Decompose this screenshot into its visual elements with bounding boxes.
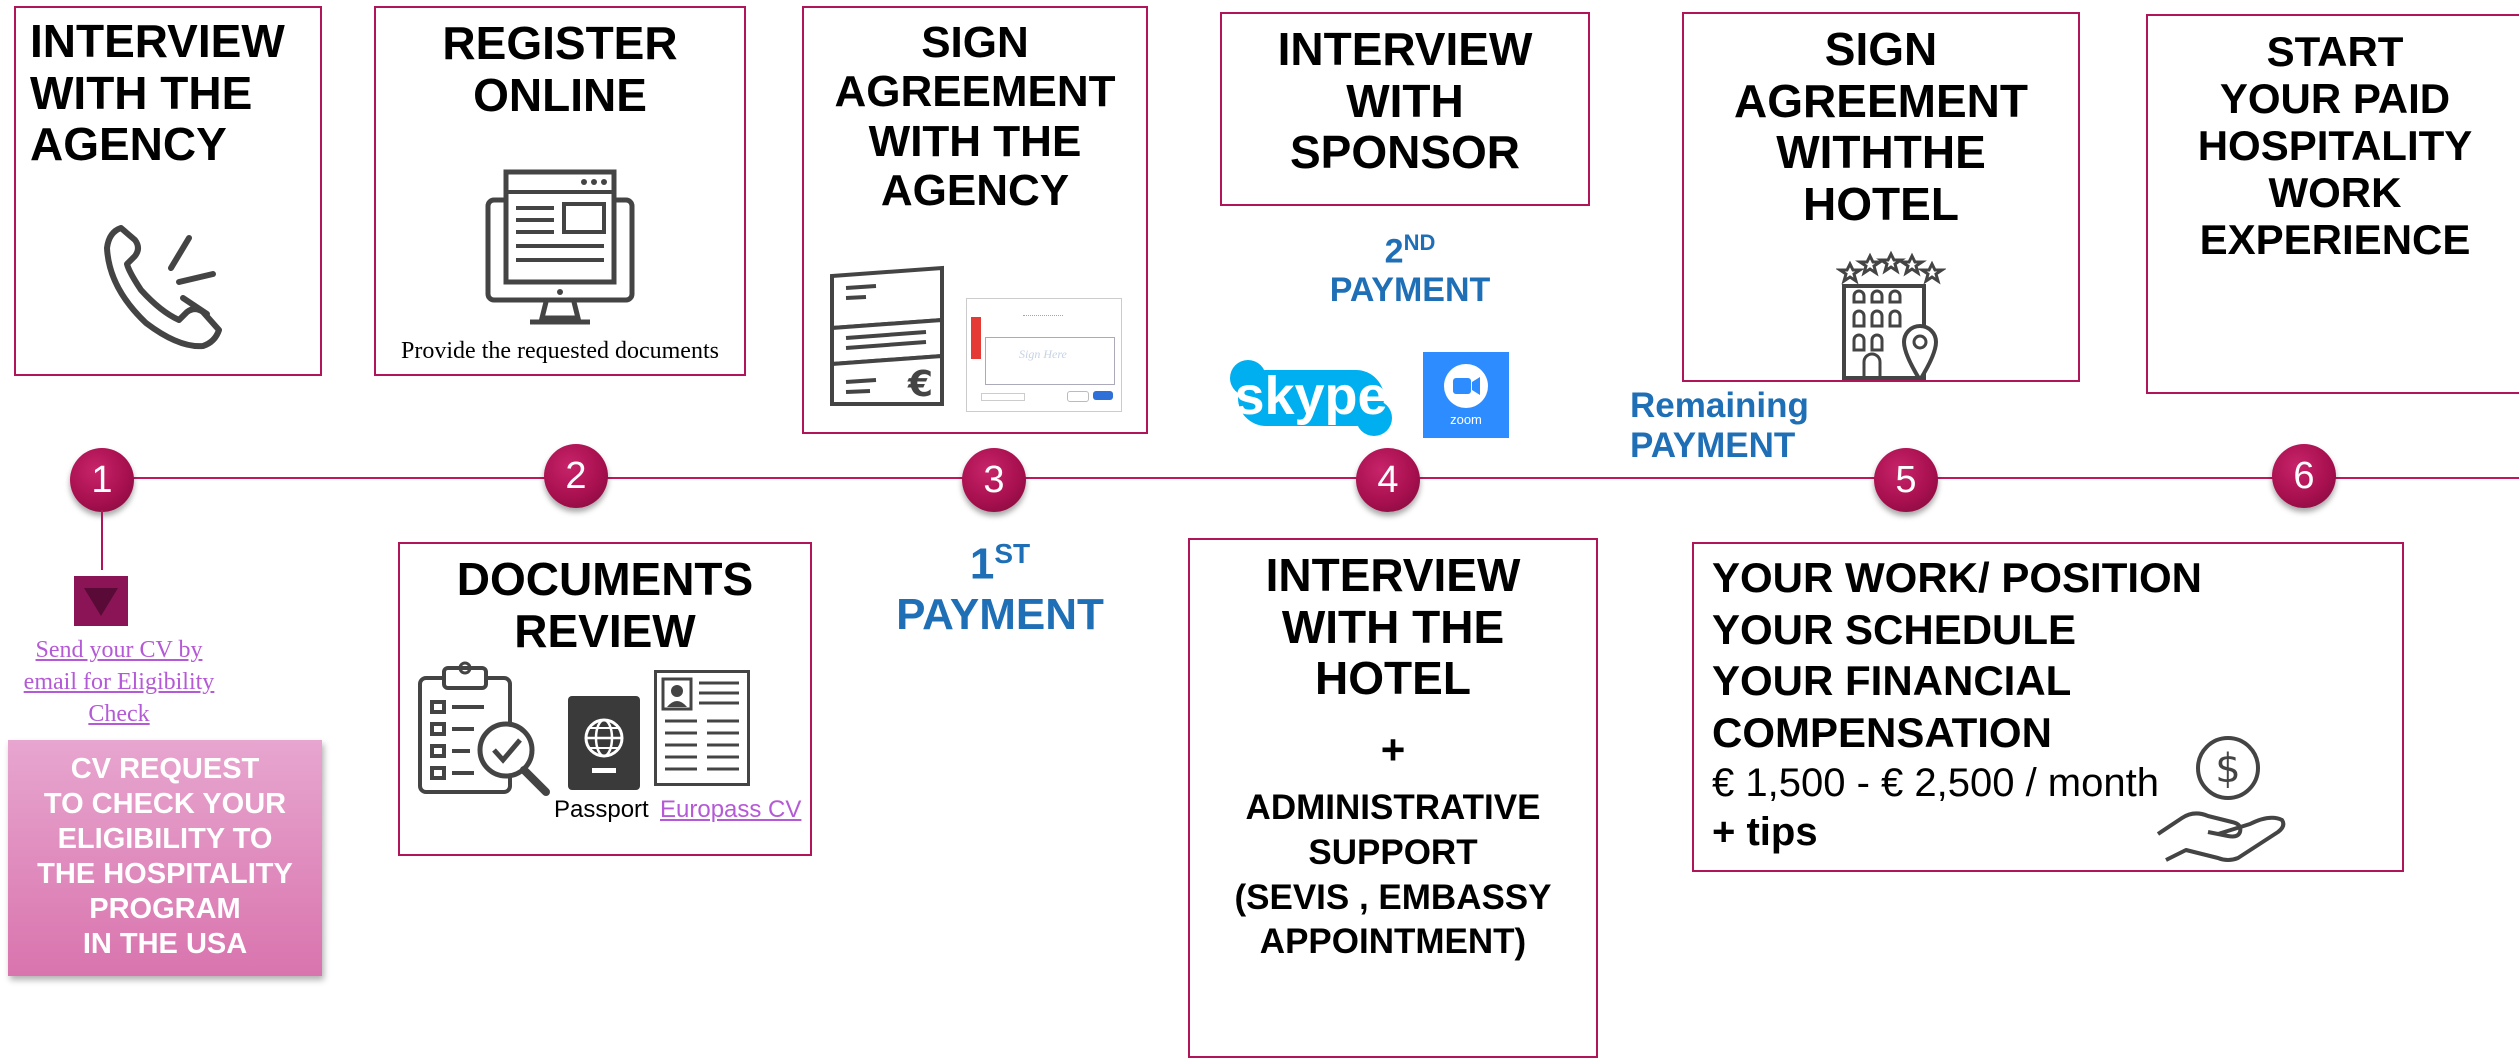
- skype-logo-text: skype: [1234, 366, 1387, 426]
- tips-line: + tips: [1712, 809, 1818, 854]
- salary-range: € 1,500 - € 2,500 / month: [1712, 760, 2159, 805]
- work-schedule-line: YOUR SCHEDULE: [1712, 605, 2077, 653]
- remaining-payment-label: Remaining PAYMENT: [1630, 386, 1830, 467]
- step-3-title: SIGN AGREEMENT WITH THE AGENCY: [834, 18, 1116, 215]
- zoom-logo-icon: zoom: [1423, 352, 1509, 438]
- cv-request-text: CV REQUEST TO CHECK YOUR ELIGIBILITY TO …: [37, 753, 293, 961]
- first-payment-text: PAYMENT: [896, 590, 1104, 640]
- timeline-line: [100, 477, 2519, 479]
- step-5-box: SIGN AGREEMENT WITHTHE HOTEL: [1682, 12, 2080, 382]
- step-4-title: INTERVIEW WITH SPONSOR: [1277, 23, 1533, 179]
- cv-request-box: CV REQUEST TO CHECK YOUR ELIGIBILITY TO …: [8, 740, 322, 976]
- down-arrow-icon: [74, 576, 128, 626]
- europass-cv-link[interactable]: Europass CV: [660, 796, 801, 824]
- step-1-box: INTERVIEW WITH THE AGENCY: [14, 6, 322, 376]
- work-info-box: YOUR WORK/ POSITION YOUR SCHEDULE YOUR F…: [1692, 542, 2404, 872]
- work-financial-line: YOUR FINANCIAL: [1712, 657, 2072, 705]
- step-6-box: START YOUR PAID HOSPITALITY WORK EXPERIE…: [2146, 14, 2519, 394]
- step-1-connector: [101, 510, 103, 570]
- step-1-title: INTERVIEW WITH THE AGENCY: [30, 15, 285, 171]
- hotel-interview-box: INTERVIEW WITH THE HOTEL + ADMINISTRATIV…: [1188, 538, 1598, 1058]
- sign-here-text: Sign Here: [1019, 347, 1067, 361]
- documents-review-title: DOCUMENTS REVIEW: [456, 553, 754, 657]
- second-payment-label: 2ND PAYMENT: [1310, 230, 1510, 311]
- hotel-interview-plus: +: [1380, 726, 1406, 773]
- step-3-box: SIGN AGREEMENT WITH THE AGENCY € Sign He…: [802, 6, 1148, 434]
- documents-review-box: DOCUMENTS REVIEW Passport Europass CV: [398, 542, 812, 856]
- computer-monitor-icon: [484, 168, 636, 328]
- work-position-line: YOUR WORK/ POSITION: [1712, 554, 2203, 601]
- step-4-circle: 4: [1356, 448, 1420, 512]
- esign-document-icon: Sign Here: [966, 298, 1122, 412]
- skype-logo-icon: skype: [1226, 356, 1396, 440]
- passport-label: Passport: [554, 796, 649, 823]
- work-info-text: YOUR WORK/ POSITION YOUR SCHEDULE YOUR F…: [1712, 552, 2202, 857]
- passport-icon: [568, 696, 640, 790]
- step-1-circle: 1: [70, 448, 134, 512]
- cv-document-icon: [654, 670, 750, 786]
- administrative-support-text: ADMINISTRATIVE SUPPORT (SEVIS , EMBASSY …: [1234, 788, 1552, 962]
- step-6-circle: 6: [2272, 444, 2336, 508]
- step-6-title: START YOUR PAID HOSPITALITY WORK EXPERIE…: [2197, 28, 2473, 264]
- second-payment-ordinal: 2: [1384, 232, 1404, 271]
- step-5-circle: 5: [1874, 448, 1938, 512]
- first-payment-sup: ST: [994, 538, 1031, 569]
- hotel-building-icon: [1836, 250, 1946, 380]
- zoom-logo-text: zoom: [1450, 412, 1482, 427]
- work-compensation-line: COMPENSATION: [1712, 708, 2052, 756]
- step-5-title: SIGN AGREEMENT WITHTHE HOTEL: [1734, 23, 2028, 230]
- step-2-circle: 2: [544, 444, 608, 508]
- step-2-caption: Provide the requested documents: [401, 338, 719, 364]
- svg-text:$: $: [2215, 746, 2240, 792]
- step-4-box: INTERVIEW WITH SPONSOR: [1220, 12, 1590, 206]
- clipboard-check-icon: [414, 658, 554, 798]
- step-2-box: REGISTER ONLINE Provide the requested do…: [374, 6, 746, 376]
- hotel-interview-title: INTERVIEW WITH THE HOTEL: [1265, 549, 1521, 705]
- phone-ringing-icon: [91, 208, 241, 358]
- cv-email-link[interactable]: Send your CV by email for Eligibility Ch…: [14, 634, 224, 730]
- remaining-payment-line2: PAYMENT: [1630, 426, 1796, 466]
- remaining-payment-line1: Remaining: [1630, 386, 1809, 425]
- second-payment-sup: ND: [1403, 230, 1436, 255]
- step-3-circle: 3: [962, 448, 1026, 512]
- second-payment-text: PAYMENT: [1329, 271, 1491, 310]
- folded-invoice-icon: €: [826, 264, 948, 408]
- first-payment-ordinal: 1: [969, 539, 995, 589]
- money-hand-icon: $: [2152, 734, 2292, 864]
- first-payment-label: 1ST PAYMENT: [870, 538, 1130, 641]
- svg-text:€: €: [907, 364, 933, 405]
- step-2-title: REGISTER ONLINE: [442, 17, 678, 121]
